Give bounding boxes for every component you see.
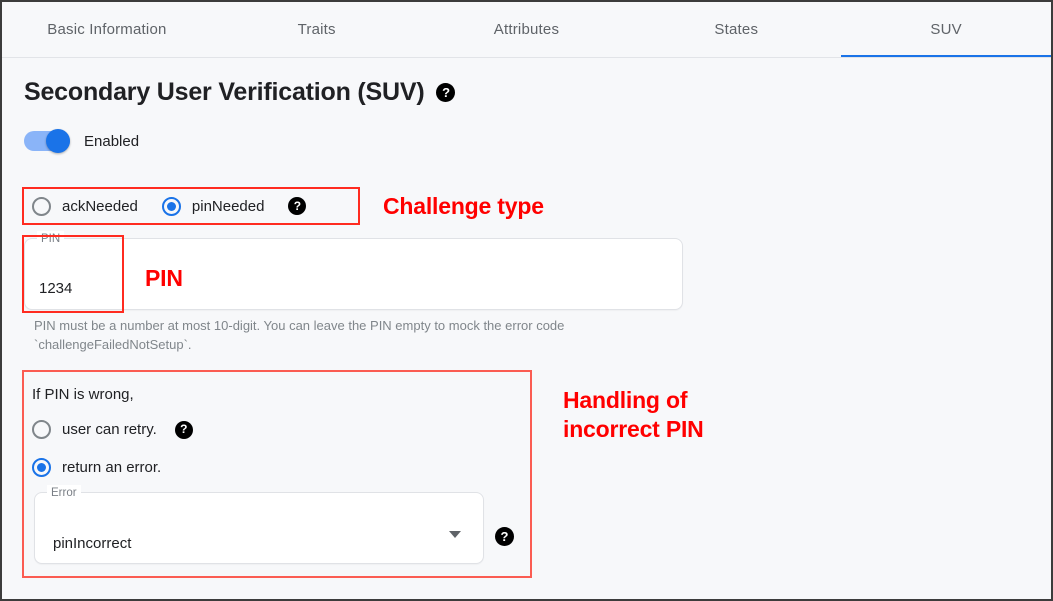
tab-attributes[interactable]: Attributes	[422, 2, 632, 58]
radio-user-can-retry-label: user can retry.	[62, 421, 157, 438]
help-icon[interactable]: ?	[288, 197, 307, 215]
wrong-pin-title: If PIN is wrong,	[32, 386, 134, 403]
tab-label: SUV	[930, 21, 962, 38]
radio-pin-needed-label: pinNeeded	[191, 197, 265, 215]
pin-field-label: PIN	[37, 231, 65, 247]
tab-bar: Basic Information Traits Attributes Stat…	[2, 2, 1051, 58]
page-title: Secondary User Verification (SUV) ?	[24, 78, 1029, 107]
help-icon[interactable]: ?	[174, 420, 193, 439]
annotation-challenge-type: Challenge type	[383, 193, 544, 219]
tab-label: Traits	[297, 21, 336, 38]
error-select-value: pinIncorrect	[53, 535, 132, 552]
radio-user-can-retry[interactable]	[32, 420, 51, 439]
radio-ack-needed[interactable]	[32, 196, 51, 216]
enabled-toggle-row: Enabled	[24, 129, 1029, 153]
error-select-label: Error	[47, 485, 81, 501]
radio-ack-needed-label: ackNeeded	[62, 197, 138, 215]
radio-return-an-error-label: return an error.	[62, 459, 162, 476]
annotation-pin: PIN	[145, 265, 183, 291]
radio-pin-needed[interactable]	[161, 196, 181, 216]
help-icon[interactable]: ?	[495, 527, 514, 546]
tab-states[interactable]: States	[631, 2, 841, 58]
enabled-toggle-label: Enabled	[84, 132, 140, 150]
active-tab-indicator	[841, 55, 1051, 58]
pin-input-field[interactable]: PIN 1234	[24, 231, 683, 310]
tab-label: Basic Information	[47, 21, 167, 38]
error-select[interactable]: Error pinIncorrect	[34, 485, 484, 564]
wrong-pin-option-retry-row: user can retry. ?	[32, 420, 193, 439]
help-icon[interactable]: ?	[436, 83, 456, 102]
tab-basic-information[interactable]: Basic Information	[2, 2, 212, 58]
pin-helper-text: PIN must be a number at most 10-digit. Y…	[34, 318, 565, 352]
suv-content: Secondary User Verification (SUV) ? Enab…	[2, 58, 1051, 153]
enabled-toggle[interactable]	[24, 129, 70, 153]
pin-input-value: 1234	[39, 280, 73, 297]
tab-label: Attributes	[493, 21, 560, 38]
radio-return-an-error[interactable]	[32, 458, 51, 477]
annotation-wrong-pin-line1: Handling of	[563, 387, 688, 413]
tab-label: States	[714, 21, 759, 38]
tab-suv[interactable]: SUV	[841, 2, 1051, 58]
challenge-type-group: ackNeeded pinNeeded ?	[32, 192, 307, 220]
suv-settings-page: Basic Information Traits Attributes Stat…	[0, 0, 1053, 601]
page-title-text: Secondary User Verification (SUV)	[24, 78, 425, 106]
toggle-knob	[46, 129, 70, 153]
chevron-down-icon[interactable]	[449, 531, 461, 538]
annotation-wrong-pin-line2: incorrect PIN	[563, 416, 704, 442]
wrong-pin-group: If PIN is wrong, user can retry. ? retur…	[24, 370, 532, 578]
tab-traits[interactable]: Traits	[212, 2, 422, 58]
wrong-pin-option-error-row: return an error.	[32, 458, 161, 477]
